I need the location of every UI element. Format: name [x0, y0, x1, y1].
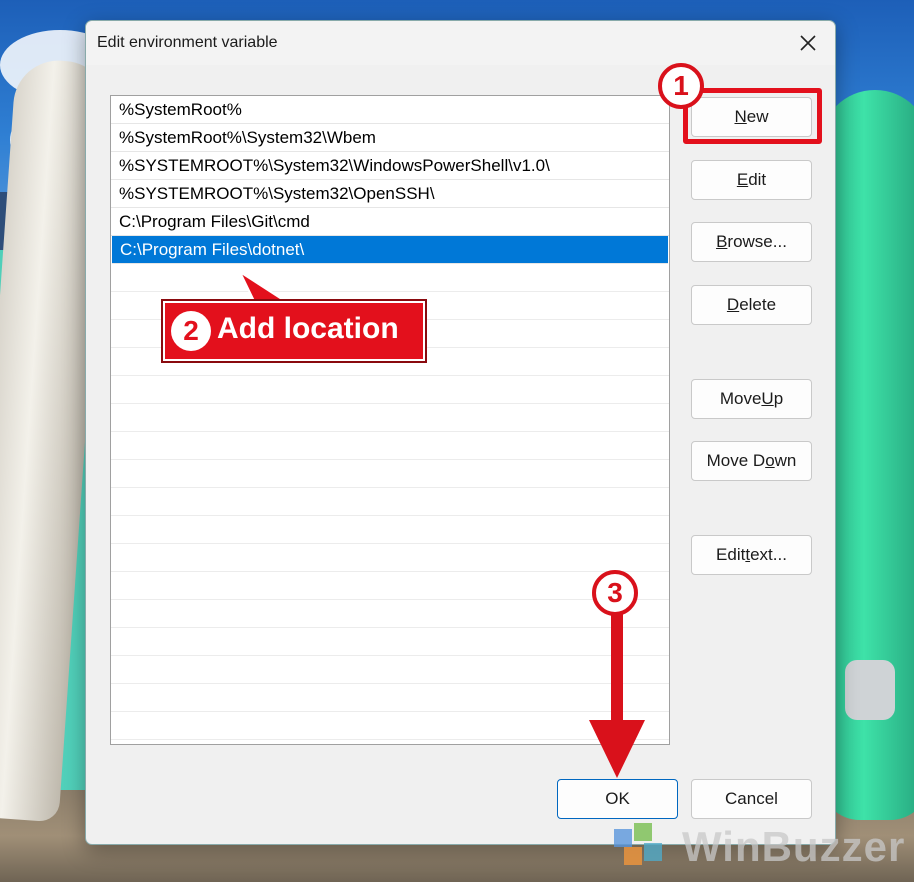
add-location-callout: 2 Add location — [163, 301, 425, 361]
edit-button[interactable]: Edit — [691, 160, 812, 200]
empty-row[interactable] — [111, 432, 669, 460]
browse-label-accel: B — [716, 232, 728, 251]
list-item[interactable]: %SYSTEMROOT%\System32\OpenSSH\ — [111, 180, 669, 208]
cancel-button[interactable]: Cancel — [691, 779, 812, 819]
move-down-button[interactable]: Move Do wn — [691, 441, 812, 481]
empty-row[interactable] — [111, 544, 669, 572]
empty-row[interactable] — [111, 516, 669, 544]
delete-label-accel: D — [726, 295, 740, 314]
move-up-label-post: p — [773, 389, 784, 408]
close-button[interactable] — [791, 27, 825, 59]
winbuzzer-logo-icon — [614, 823, 662, 865]
empty-row[interactable] — [111, 488, 669, 516]
dialog-title: Edit environment variable — [97, 34, 278, 51]
delete-button[interactable]: Delete — [691, 285, 812, 325]
move-up-label-pre: Move — [719, 389, 762, 408]
browse-label-post: rowse... — [727, 232, 787, 251]
watermark-text: WinBuzzer — [682, 823, 906, 870]
step-2-badge: 2 — [171, 311, 211, 351]
watermark: WinBuzzer — [610, 818, 905, 876]
list-item-selected[interactable]: C:\Program Files\dotnet\ — [112, 236, 668, 264]
move-down-label-post: wn — [774, 451, 797, 470]
edit-label-accel: E — [736, 170, 749, 189]
list-item[interactable]: %SystemRoot% — [111, 96, 669, 124]
ok-button[interactable]: OK — [557, 779, 678, 819]
edit-text-button[interactable]: Edit t ext... — [691, 535, 812, 575]
move-up-button[interactable]: Move Up — [691, 379, 812, 419]
delete-label-post: elete — [739, 295, 777, 314]
callout-label: Add location — [217, 312, 399, 345]
step-1-badge: 1 — [658, 63, 704, 109]
empty-row[interactable] — [111, 264, 669, 292]
down-arrow-icon — [589, 612, 645, 778]
list-item[interactable]: %SYSTEMROOT%\System32\WindowsPowerShell\… — [111, 152, 669, 180]
move-down-label-pre: Move D — [706, 451, 766, 470]
close-icon — [800, 35, 816, 51]
move-down-label-accel: o — [765, 451, 775, 470]
edit-text-label-post: ext... — [750, 545, 787, 564]
move-up-label-accel: U — [761, 389, 774, 408]
edit-text-label-pre: Edit — [716, 545, 746, 564]
step-3-badge: 3 — [592, 570, 638, 616]
edit-label-post: dit — [748, 170, 767, 189]
title-bar: Edit environment variable — [86, 21, 835, 65]
new-highlight-box — [683, 88, 822, 144]
list-item[interactable]: %SystemRoot%\System32\Wbem — [111, 124, 669, 152]
browse-button[interactable]: Browse... — [691, 222, 812, 262]
surfboard-fin — [845, 660, 895, 720]
empty-row[interactable] — [111, 572, 669, 600]
empty-row[interactable] — [111, 376, 669, 404]
list-item[interactable]: C:\Program Files\Git\cmd — [111, 208, 669, 236]
empty-row[interactable] — [111, 404, 669, 432]
empty-row[interactable] — [111, 460, 669, 488]
